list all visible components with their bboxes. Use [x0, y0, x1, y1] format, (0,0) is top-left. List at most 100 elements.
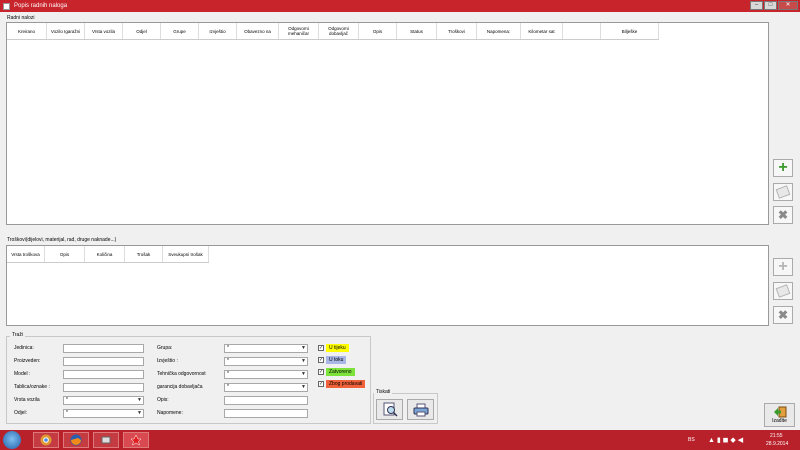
orders-column-header[interactable]: Izvještio	[199, 23, 237, 39]
orders-column-header[interactable]: Odjel	[123, 23, 161, 39]
orders-column-header[interactable]: Status	[397, 23, 437, 39]
jedinica-input[interactable]	[63, 344, 144, 353]
grupa-value: *	[227, 345, 229, 351]
taskbar-active-app[interactable]	[123, 432, 149, 448]
napomene-label: Napomene:	[157, 410, 183, 416]
edit-cost-button[interactable]	[773, 282, 793, 300]
model-input[interactable]	[63, 370, 144, 379]
app-icon	[3, 2, 10, 10]
status-zbog-prodavati-label: Zbog prodavati	[326, 379, 366, 388]
costs-grid-header: Vrsta troškova Opis Količina Trošak Sveukupn…	[7, 246, 209, 263]
orders-column-header[interactable]: Odgovorni mehaničar	[279, 23, 319, 39]
costs-column-header[interactable]: Količina	[85, 246, 125, 262]
garancija-label: garancija dobavljača	[157, 384, 203, 390]
status-u-toku-label: U toku	[326, 355, 347, 364]
status-zbog-prodavati-checkbox[interactable]: ✓ Zbog prodavati	[318, 379, 366, 388]
exit-icon	[773, 406, 786, 418]
taskbar-chrome[interactable]	[33, 432, 59, 448]
opis-label: Opis:	[157, 397, 169, 403]
orders-column-header[interactable]: Troškovi	[437, 23, 477, 39]
print-legend: Tiskati	[374, 389, 393, 395]
taskbar: BS ▲ ▮ ◼ ◆ ◀ 21:55 28.9.2014	[0, 430, 800, 450]
status-u-tijeku-checkbox[interactable]: ✓ U tijeku	[318, 343, 349, 352]
search-legend: Traži	[10, 332, 25, 338]
app-icon	[101, 436, 111, 444]
tehnicka-label: Tehnička odgovornost	[157, 371, 206, 377]
grupa-select[interactable]: * ▼	[224, 344, 308, 353]
plus-icon: +	[778, 159, 788, 176]
odjel-value: *	[66, 410, 68, 416]
orders-column-header[interactable]: Bilješke	[601, 23, 659, 39]
edit-order-button[interactable]	[773, 183, 793, 201]
costs-column-header[interactable]: Opis	[45, 246, 85, 262]
delete-icon: ✖	[777, 308, 789, 322]
status-zatvoreno-label: Zatvoreno	[326, 367, 355, 376]
start-button[interactable]	[3, 431, 21, 449]
orders-column-header[interactable]: Kreirano	[7, 23, 47, 39]
tray-icons[interactable]: ▲ ▮ ◼ ◆ ◀	[708, 436, 743, 444]
status-zatvoreno-checkbox[interactable]: ✓ Zatvoreno	[318, 367, 355, 376]
search-group	[6, 336, 371, 424]
firefox-icon	[70, 434, 82, 446]
orders-column-header[interactable]	[563, 23, 601, 39]
opis-input[interactable]	[224, 396, 308, 405]
delete-order-button[interactable]: ✖	[773, 206, 793, 224]
orders-grid[interactable]: Kreirano Vozilo Igaražni Vrsta vozila Odjel…	[6, 22, 769, 225]
print-preview-button[interactable]	[376, 399, 403, 420]
proizveden-label: Proizveden:	[14, 358, 41, 364]
vrsta-vozila-select[interactable]: * ▼	[63, 396, 144, 405]
print-preview-icon	[383, 402, 398, 417]
taskbar-app[interactable]	[93, 432, 119, 448]
exit-button[interactable]: Izađite	[764, 403, 795, 427]
taskbar-firefox[interactable]	[63, 432, 89, 448]
orders-column-header[interactable]: Vozilo Igaražni	[47, 23, 85, 39]
app-icon	[130, 434, 142, 446]
orders-column-header[interactable]: Kilometar sat	[521, 23, 563, 39]
chevron-down-icon: ▼	[301, 345, 306, 351]
clock-date[interactable]: 28.9.2014	[766, 441, 788, 447]
izvjestio-value: *	[227, 358, 229, 364]
costs-label: Troškovi(dijelovi, materijal, rad, druge…	[7, 237, 117, 243]
napomene-input[interactable]	[224, 409, 308, 418]
orders-label: Radni nalozi	[7, 15, 35, 21]
grupa-label: Grupa:	[157, 345, 173, 351]
clock-time[interactable]: 21:55	[770, 433, 783, 439]
plus-icon: +	[778, 258, 788, 275]
odjel-label: Odjel:	[14, 410, 28, 416]
orders-column-header[interactable]: Opis	[359, 23, 397, 39]
maximize-button[interactable]: □	[764, 1, 777, 10]
edit-icon	[775, 284, 791, 298]
costs-column-header[interactable]: Trošak	[125, 246, 163, 262]
chevron-down-icon: ▼	[137, 410, 142, 416]
edit-icon	[775, 185, 791, 199]
tablica-input[interactable]	[63, 383, 144, 392]
costs-grid[interactable]: Vrsta troškova Opis Količina Trošak Sveukupn…	[6, 245, 769, 326]
window-title: Popis radnih naloga	[14, 3, 68, 9]
orders-column-header[interactable]: Napomena:	[477, 23, 521, 39]
orders-column-header[interactable]: Vrsta vozila	[85, 23, 123, 39]
status-u-toku-checkbox[interactable]: ✓ U toku	[318, 355, 347, 364]
model-label: Model :	[14, 371, 31, 377]
orders-column-header[interactable]: Obavezno na	[237, 23, 279, 39]
proizveden-input[interactable]	[63, 357, 144, 366]
minimize-button[interactable]: –	[750, 1, 763, 10]
costs-column-header[interactable]: Sveukupni trošak	[163, 246, 209, 262]
costs-column-header[interactable]: Vrsta troškova	[7, 246, 45, 262]
odjel-select[interactable]: * ▼	[63, 409, 144, 418]
close-button[interactable]: ✕	[778, 1, 798, 10]
orders-column-header[interactable]: Grupe	[161, 23, 199, 39]
add-order-button[interactable]: +	[773, 159, 793, 177]
garancija-select[interactable]: * ▼	[224, 383, 308, 392]
tehnicka-select[interactable]: * ▼	[224, 370, 308, 379]
vrsta-vozila-label: Vrsta vozila	[14, 397, 40, 403]
orders-column-header[interactable]: Odgovorni dobavljač	[319, 23, 359, 39]
tehnicka-value: *	[227, 371, 229, 377]
language-indicator[interactable]: BS	[688, 437, 695, 443]
print-button[interactable]	[407, 399, 434, 420]
chevron-down-icon: ▼	[137, 397, 142, 403]
izvjestio-select[interactable]: * ▼	[224, 357, 308, 366]
check-icon: ✓	[318, 368, 324, 375]
add-cost-button[interactable]: +	[773, 258, 793, 276]
izvjestio-label: Izvještio :	[157, 358, 178, 364]
delete-cost-button[interactable]: ✖	[773, 306, 793, 324]
